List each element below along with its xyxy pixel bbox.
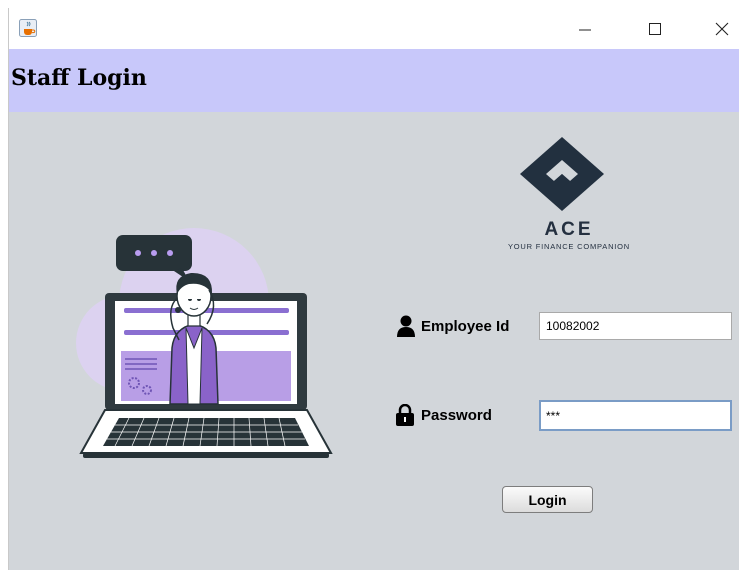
user-icon <box>397 315 415 342</box>
support-agent-illustration <box>76 228 333 458</box>
page-header: Staff Login <box>9 49 739 112</box>
login-window: Staff Login ACE YOUR FINANCE COMPANION E… <box>8 8 739 570</box>
java-cup-icon <box>19 19 37 37</box>
close-icon <box>715 22 729 35</box>
minimize-button[interactable] <box>565 8 605 49</box>
page-title: Staff Login <box>11 65 147 91</box>
ace-logo-icon <box>520 137 604 211</box>
employee-id-label: Employee Id <box>421 318 510 335</box>
close-button[interactable] <box>702 8 739 49</box>
password-input[interactable] <box>539 400 732 431</box>
title-bar <box>9 8 739 49</box>
lock-icon <box>395 403 415 431</box>
maximize-button[interactable] <box>635 8 675 49</box>
login-button[interactable]: Login <box>502 486 593 513</box>
brand-tagline: YOUR FINANCE COMPANION <box>507 242 631 251</box>
password-label: Password <box>421 407 492 424</box>
employee-id-input[interactable] <box>539 312 732 340</box>
maximize-icon <box>649 22 661 35</box>
minimize-icon <box>579 29 591 30</box>
brand-name: ACE <box>544 219 594 240</box>
